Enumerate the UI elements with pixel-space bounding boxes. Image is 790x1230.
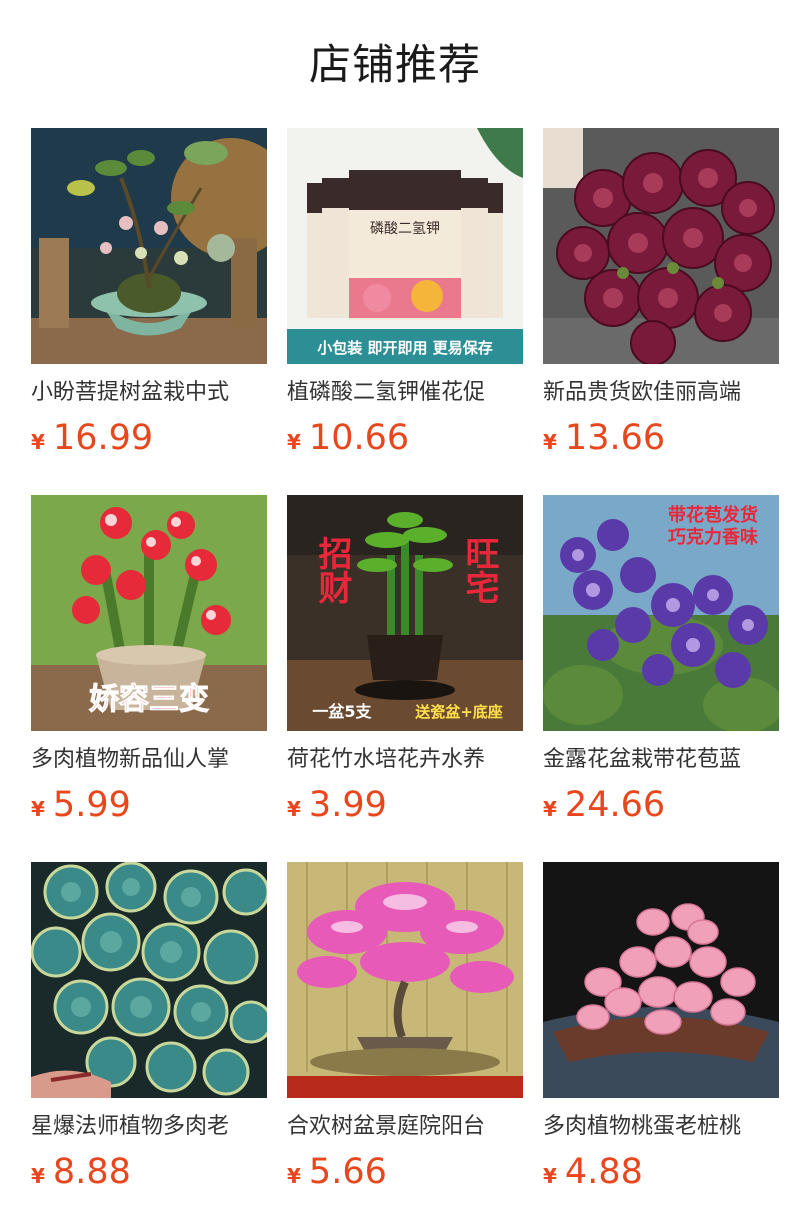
product-card[interactable]: 招财 旺宅 一盆5支 送瓷盆+底座 荷花竹水培花卉水养 ¥3.99 bbox=[287, 495, 523, 825]
price-value: 4.88 bbox=[564, 1152, 643, 1192]
product-name[interactable]: 星爆法师植物多肉老 bbox=[31, 1112, 267, 1142]
image-text-line2: 巧克力香味 bbox=[668, 526, 758, 548]
product-card[interactable]: 带花苞发货 巧克力香味 金露花盆栽带花苞蓝 ¥24.66 bbox=[543, 495, 779, 825]
product-card[interactable]: 合欢树盆景庭院阳台 ¥5.66 bbox=[287, 862, 523, 1192]
currency-symbol: ¥ bbox=[287, 1164, 301, 1188]
price-value: 24.66 bbox=[564, 785, 666, 825]
product-card[interactable]: 娇容三变 多肉植物新品仙人掌 ¥5.99 bbox=[31, 495, 267, 825]
packet-label: 磷酸二氢钾 bbox=[370, 221, 440, 237]
currency-symbol: ¥ bbox=[543, 797, 557, 821]
product-image-cactus-flowers[interactable]: 娇容三变 bbox=[31, 495, 267, 731]
currency-symbol: ¥ bbox=[31, 1164, 45, 1188]
product-price: ¥24.66 bbox=[543, 785, 779, 825]
product-name[interactable]: 多肉植物桃蛋老桩桃 bbox=[543, 1112, 779, 1142]
product-name[interactable]: 新品贵货欧佳丽高端 bbox=[543, 378, 779, 408]
product-card[interactable]: 新品贵货欧佳丽高端 ¥13.66 bbox=[543, 128, 779, 458]
product-price: ¥13.66 bbox=[543, 418, 779, 458]
product-name[interactable]: 小盼菩提树盆栽中式 bbox=[31, 378, 267, 408]
price-value: 5.66 bbox=[308, 1152, 387, 1192]
product-image-blue-succulents[interactable] bbox=[31, 862, 267, 1098]
image-banner: 小包装 即开即用 更易保存 bbox=[317, 339, 492, 357]
currency-symbol: ¥ bbox=[287, 797, 301, 821]
price-value: 5.99 bbox=[52, 785, 131, 825]
product-price: ¥16.99 bbox=[31, 418, 267, 458]
product-image-bonsai[interactable] bbox=[31, 128, 267, 364]
product-name[interactable]: 多肉植物新品仙人掌 bbox=[31, 745, 267, 775]
currency-symbol: ¥ bbox=[287, 430, 301, 454]
product-price: ¥10.66 bbox=[287, 418, 523, 458]
product-image-mimosa-bonsai[interactable] bbox=[287, 862, 523, 1098]
product-card[interactable]: 小盼菩提树盆栽中式 ¥16.99 bbox=[31, 128, 267, 458]
product-price: ¥4.88 bbox=[543, 1152, 779, 1192]
price-value: 10.66 bbox=[308, 418, 410, 458]
image-text-bottom-left: 一盆5支 bbox=[312, 702, 372, 721]
product-image-purple-flowers[interactable]: 带花苞发货 巧克力香味 bbox=[543, 495, 779, 731]
image-text-right: 旺宅 bbox=[459, 536, 499, 604]
product-price: ¥8.88 bbox=[31, 1152, 267, 1192]
product-card[interactable]: 磷酸二氢钾 小包装 即开即用 更易保存 植磷酸二氢钾催花促 ¥10.66 bbox=[287, 128, 523, 458]
currency-symbol: ¥ bbox=[31, 430, 45, 454]
product-card[interactable]: 星爆法师植物多肉老 ¥8.88 bbox=[31, 862, 267, 1192]
image-text-bottom-right: 送瓷盆+底座 bbox=[414, 703, 503, 721]
product-image-fertilizer[interactable]: 磷酸二氢钾 小包装 即开即用 更易保存 bbox=[287, 128, 523, 364]
price-value: 16.99 bbox=[52, 418, 154, 458]
currency-symbol: ¥ bbox=[31, 797, 45, 821]
currency-symbol: ¥ bbox=[543, 1164, 557, 1188]
price-value: 3.99 bbox=[308, 785, 387, 825]
currency-symbol: ¥ bbox=[543, 430, 557, 454]
image-caption: 娇容三变 bbox=[89, 682, 209, 717]
price-value: 8.88 bbox=[52, 1152, 131, 1192]
product-image-lucky-bamboo[interactable]: 招财 旺宅 一盆5支 送瓷盆+底座 bbox=[287, 495, 523, 731]
product-name[interactable]: 荷花竹水培花卉水养 bbox=[287, 745, 523, 775]
product-image-red-succulent[interactable] bbox=[543, 128, 779, 364]
section-title: 店铺推荐 bbox=[308, 40, 481, 89]
price-value: 13.66 bbox=[564, 418, 666, 458]
product-price: ¥5.99 bbox=[31, 785, 267, 825]
image-text-line1: 带花苞发货 bbox=[668, 504, 758, 526]
product-price: ¥3.99 bbox=[287, 785, 523, 825]
product-name[interactable]: 金露花盆栽带花苞蓝 bbox=[543, 745, 779, 775]
image-text-left: 招财 bbox=[312, 536, 352, 604]
product-card[interactable]: 多肉植物桃蛋老桩桃 ¥4.88 bbox=[543, 862, 779, 1192]
product-name[interactable]: 合欢树盆景庭院阳台 bbox=[287, 1112, 523, 1142]
product-image-pink-succulent[interactable] bbox=[543, 862, 779, 1098]
product-price: ¥5.66 bbox=[287, 1152, 523, 1192]
product-name[interactable]: 植磷酸二氢钾催花促 bbox=[287, 378, 523, 408]
